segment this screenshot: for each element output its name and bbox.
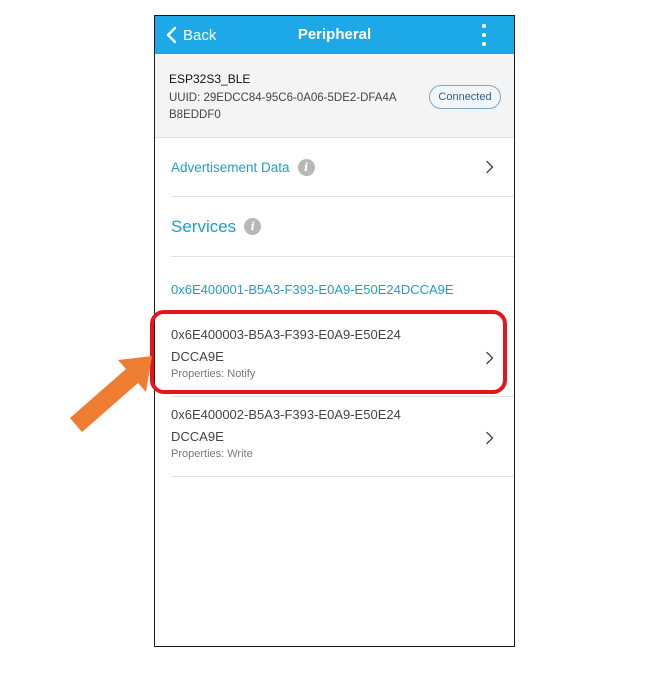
navigation-bar: Back Peripheral (155, 16, 514, 54)
info-icon[interactable]: i (297, 158, 315, 176)
status-badge: Connected (429, 85, 501, 109)
page-title: Peripheral (297, 26, 372, 43)
chevron-right-icon (486, 351, 494, 364)
characteristic-uuid: 0x6E400003-B5A3-F393-E0A9-E50E24DCCA9E (171, 327, 401, 364)
phone-screen: Back Peripheral ESP32S3_BLE UUID: 29EDCC… (154, 15, 515, 647)
characteristic-row-notify[interactable]: 0x6E400003-B5A3-F393-E0A9-E50E24DCCA9E P… (171, 319, 514, 397)
more-vertical-icon[interactable] (474, 24, 494, 46)
info-icon[interactable]: i (244, 218, 262, 235)
services-section-header: Services i (171, 197, 514, 257)
advertisement-data-row[interactable]: Advertisement Data i (171, 138, 514, 197)
service-uuid-link[interactable]: 0x6E400001-B5A3-F393-E0A9-E50E24DCCA9E (171, 282, 454, 297)
device-header: ESP32S3_BLE UUID: 29EDCC84-95C6-0A06-5DE… (155, 54, 514, 138)
characteristic-properties: Properties: Notify (171, 368, 256, 380)
chevron-right-icon (486, 431, 494, 444)
characteristic-row-write[interactable]: 0x6E400002-B5A3-F393-E0A9-E50E24DCCA9E P… (171, 399, 514, 477)
advertisement-data-label: Advertisement Data (171, 159, 290, 175)
pointer-arrow-icon (70, 356, 152, 432)
characteristic-properties: Properties: Write (171, 448, 253, 460)
characteristic-uuid: 0x6E400002-B5A3-F393-E0A9-E50E24DCCA9E (171, 407, 401, 444)
chevron-right-icon (486, 160, 494, 174)
services-heading: Services (171, 216, 237, 236)
device-name: ESP32S3_BLE (169, 72, 251, 86)
device-uuid: UUID: 29EDCC84-95C6-0A06-5DE2-DFA4AB8EDD… (169, 92, 397, 121)
